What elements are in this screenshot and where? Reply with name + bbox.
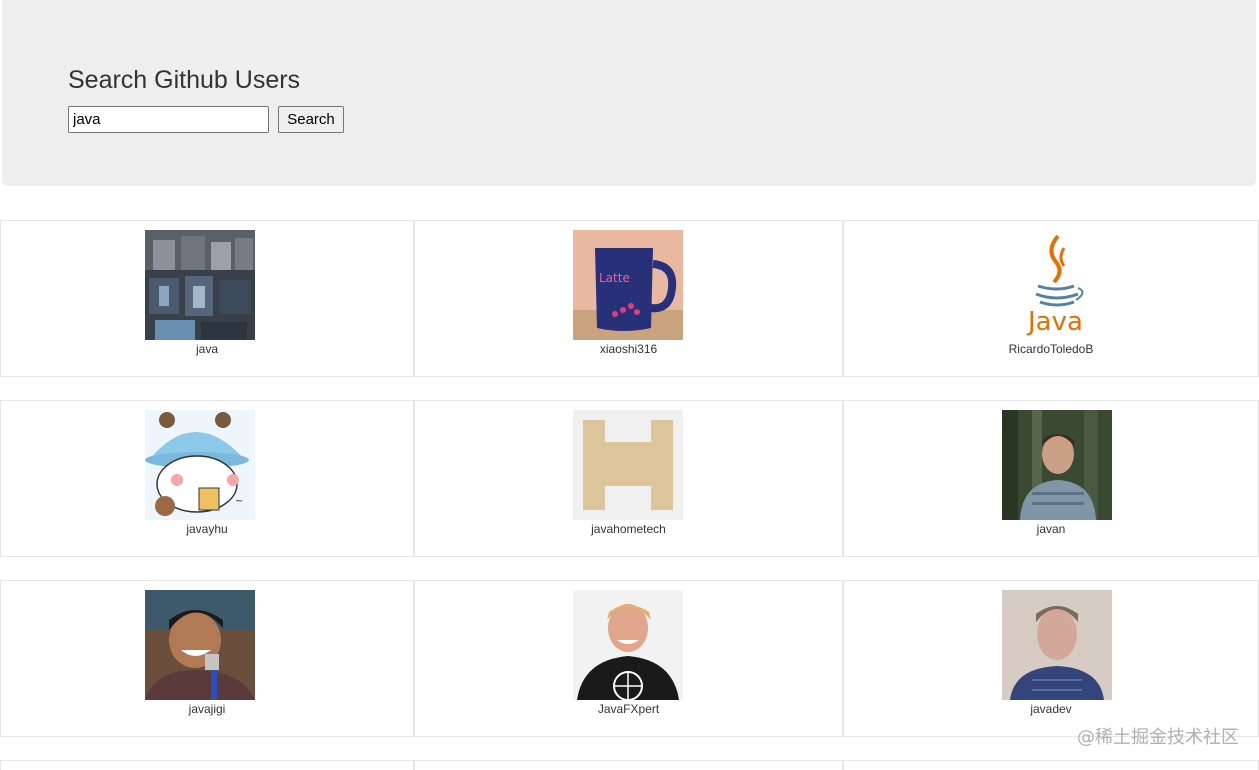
identicon-icon[interactable] bbox=[573, 410, 683, 520]
header-jumbotron: Search Github Users Search bbox=[2, 0, 1256, 186]
user-row: java Latte xiaoshi316 Java RicardoToledo… bbox=[0, 220, 1259, 377]
user-row: javajigi JavaFXpert javadev bbox=[0, 580, 1259, 737]
user-login[interactable]: javayhu bbox=[1, 522, 413, 536]
user-login[interactable]: javan bbox=[844, 522, 1258, 536]
user-card[interactable] bbox=[0, 760, 414, 770]
user-row: ~ javayhu javahometech javan bbox=[0, 400, 1259, 557]
person-photo-icon[interactable] bbox=[573, 590, 683, 700]
person-photo-icon[interactable] bbox=[145, 590, 255, 700]
user-card[interactable]: javadev bbox=[843, 580, 1259, 737]
user-login[interactable]: javadev bbox=[844, 702, 1258, 716]
latte-mug-icon[interactable]: Latte bbox=[573, 230, 683, 340]
user-card[interactable]: javan bbox=[843, 400, 1259, 557]
cartoon-bear-icon[interactable]: ~ bbox=[145, 410, 255, 520]
user-login[interactable]: JavaFXpert bbox=[415, 702, 842, 716]
user-card[interactable]: javajigi bbox=[0, 580, 414, 737]
user-card[interactable] bbox=[414, 760, 843, 770]
user-login[interactable]: xiaoshi316 bbox=[415, 342, 842, 356]
page-title: Search Github Users bbox=[68, 66, 301, 94]
watermark: @稀土掘金技术社区 bbox=[1077, 727, 1239, 748]
user-card[interactable]: java bbox=[0, 220, 414, 377]
user-row bbox=[0, 760, 1259, 770]
person-photo-icon[interactable] bbox=[1002, 590, 1112, 700]
user-login[interactable]: RicardoToledoB bbox=[844, 342, 1258, 356]
user-card[interactable]: ~ javayhu bbox=[0, 400, 414, 557]
svg-text:Latte: Latte bbox=[599, 271, 630, 285]
person-photo-icon[interactable] bbox=[1002, 410, 1112, 520]
search-button[interactable]: Search bbox=[278, 106, 344, 133]
user-login[interactable]: javahometech bbox=[415, 522, 842, 536]
user-card[interactable]: javahometech bbox=[414, 400, 843, 557]
user-login[interactable]: javajigi bbox=[1, 702, 413, 716]
svg-text:Java: Java bbox=[1026, 307, 1083, 337]
user-card[interactable] bbox=[843, 760, 1259, 770]
user-card[interactable]: Latte xiaoshi316 bbox=[414, 220, 843, 377]
search-input[interactable] bbox=[68, 106, 269, 133]
java-logo-icon[interactable]: Java bbox=[1002, 230, 1112, 340]
letterpress-type-icon[interactable] bbox=[145, 230, 255, 340]
user-card[interactable]: Java RicardoToledoB bbox=[843, 220, 1259, 377]
user-login[interactable]: java bbox=[1, 342, 413, 356]
svg-text:~: ~ bbox=[235, 496, 243, 507]
user-card[interactable]: JavaFXpert bbox=[414, 580, 843, 737]
